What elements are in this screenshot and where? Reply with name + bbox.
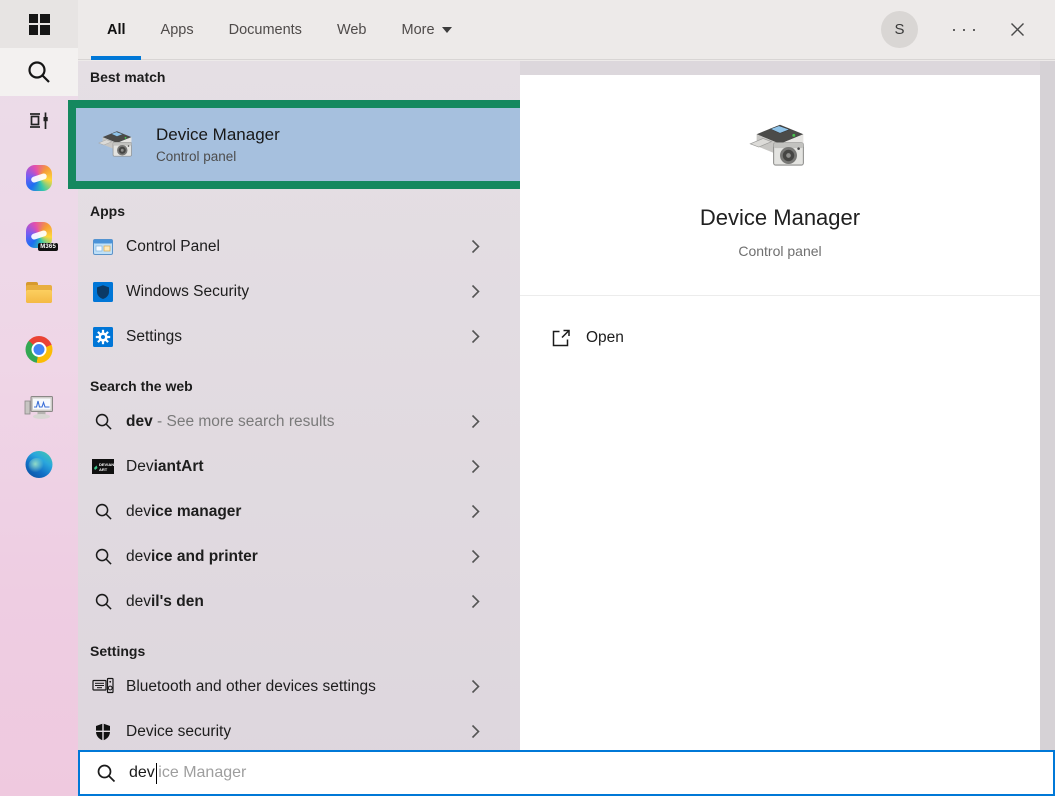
chevron-right-icon <box>471 414 480 429</box>
chevron-right-icon <box>471 504 480 519</box>
more-options-button[interactable]: ··· <box>946 12 986 46</box>
windows-security-icon <box>92 282 114 302</box>
svg-text:ART: ART <box>99 467 108 472</box>
chevron-right-icon <box>471 459 480 474</box>
chevron-right-icon <box>471 549 480 564</box>
m365-copilot-icon: M365 <box>26 222 52 248</box>
search-results-panel: Best match Device Manager Control panel <box>78 61 520 796</box>
devices-icon <box>92 677 114 696</box>
chevron-right-icon <box>471 329 480 344</box>
web-header: Search the web <box>78 372 520 399</box>
control-panel-icon <box>92 239 114 255</box>
system-monitor-icon <box>25 394 54 420</box>
search-icon <box>92 412 114 431</box>
search-suggestion-text: ice Manager <box>158 764 246 782</box>
search-icon <box>26 59 52 85</box>
result-label: Bluetooth and other devices settings <box>126 678 376 696</box>
chevron-right-icon <box>471 679 480 694</box>
tuner-icon <box>27 110 51 132</box>
taskbar-icon-m365-copilot[interactable]: M365 <box>26 222 52 248</box>
search-icon <box>96 763 116 783</box>
taskbar-icon-copilot[interactable] <box>26 165 52 191</box>
copilot-icon <box>26 165 52 191</box>
search-icon <box>92 592 114 611</box>
apps-section: Apps Control Panel <box>78 197 520 359</box>
best-match-title: Device Manager <box>156 125 280 145</box>
close-button[interactable] <box>1001 14 1033 44</box>
tab-documents[interactable]: Documents <box>229 0 302 60</box>
file-explorer-icon <box>26 282 52 303</box>
open-label: Open <box>586 329 624 347</box>
settings-gear-icon <box>92 327 114 347</box>
search-input[interactable]: dev ice Manager <box>78 750 1055 796</box>
filter-tabs: All Apps Documents Web More <box>107 0 452 60</box>
apps-header: Apps <box>78 197 520 224</box>
taskbar-icon-chrome[interactable] <box>26 336 53 363</box>
windows-search-flyout: M365 All App <box>0 0 1055 796</box>
preview-top-gap <box>520 61 1040 75</box>
taskbar: M365 <box>0 0 78 796</box>
chrome-icon <box>26 336 53 363</box>
tab-apps[interactable]: Apps <box>161 0 194 60</box>
search-typed-text: dev <box>129 764 155 782</box>
user-avatar[interactable]: S <box>881 11 918 48</box>
settings-section: Settings Bluetooth and other devices set… <box>78 637 520 754</box>
text-cursor <box>156 763 158 784</box>
chevron-right-icon <box>471 724 480 739</box>
best-match-header: Best match <box>90 69 165 85</box>
result-control-panel[interactable]: Control Panel <box>78 224 520 269</box>
result-web-device-manager[interactable]: device manager <box>78 489 520 534</box>
taskbar-icon-tuner[interactable] <box>27 110 51 132</box>
result-label: Windows Security <box>126 283 249 301</box>
open-external-icon <box>551 328 571 348</box>
result-web-dev[interactable]: dev - See more search results <box>78 399 520 444</box>
chevron-right-icon <box>471 594 480 609</box>
tab-all[interactable]: All <box>107 0 126 60</box>
result-device-security[interactable]: Device security <box>78 709 520 754</box>
search-header: All Apps Documents Web More S ··· <box>78 0 1055 60</box>
settings-header: Settings <box>78 637 520 664</box>
web-section: Search the web dev - See more search res… <box>78 372 520 624</box>
deviantart-icon: DEVIANT ART <box>92 459 114 474</box>
preview-panel: Device Manager Control panel Open <box>520 75 1040 796</box>
taskbar-icon-edge[interactable] <box>26 451 53 478</box>
windows-logo-icon <box>29 14 50 35</box>
close-icon <box>1010 22 1025 37</box>
m365-badge: M365 <box>38 243 58 251</box>
result-web-devils-den[interactable]: devil's den <box>78 579 520 624</box>
chevron-down-icon <box>442 27 452 33</box>
right-edge-strip <box>1040 61 1055 796</box>
best-match-item[interactable]: Device Manager Control panel <box>68 100 555 189</box>
device-manager-icon <box>746 113 814 186</box>
taskbar-icon-file-explorer[interactable] <box>26 282 52 303</box>
preview-title: Device Manager <box>520 205 1040 231</box>
divider <box>520 295 1040 296</box>
result-label: Control Panel <box>126 238 220 256</box>
chevron-right-icon <box>471 239 480 254</box>
tab-more[interactable]: More <box>402 0 452 60</box>
result-label: Device security <box>126 723 231 741</box>
result-bluetooth-settings[interactable]: Bluetooth and other devices settings <box>78 664 520 709</box>
result-web-deviantart[interactable]: DEVIANT ART DeviantArt <box>78 444 520 489</box>
edge-icon <box>26 451 53 478</box>
tab-web[interactable]: Web <box>337 0 367 60</box>
result-web-device-and-printer[interactable]: device and printer <box>78 534 520 579</box>
taskbar-search-button[interactable] <box>0 48 78 96</box>
search-icon <box>92 502 114 521</box>
result-settings[interactable]: Settings <box>78 314 520 359</box>
best-match-subtitle: Control panel <box>156 149 280 164</box>
device-manager-icon <box>96 124 138 166</box>
start-button[interactable] <box>0 0 78 48</box>
result-windows-security[interactable]: Windows Security <box>78 269 520 314</box>
open-action[interactable]: Open <box>520 317 1040 359</box>
taskbar-icon-system-monitor[interactable] <box>25 394 54 420</box>
result-label: Settings <box>126 328 182 346</box>
search-icon <box>92 547 114 566</box>
chevron-right-icon <box>471 284 480 299</box>
preview-subtitle: Control panel <box>520 243 1040 259</box>
shield-icon <box>92 722 114 742</box>
